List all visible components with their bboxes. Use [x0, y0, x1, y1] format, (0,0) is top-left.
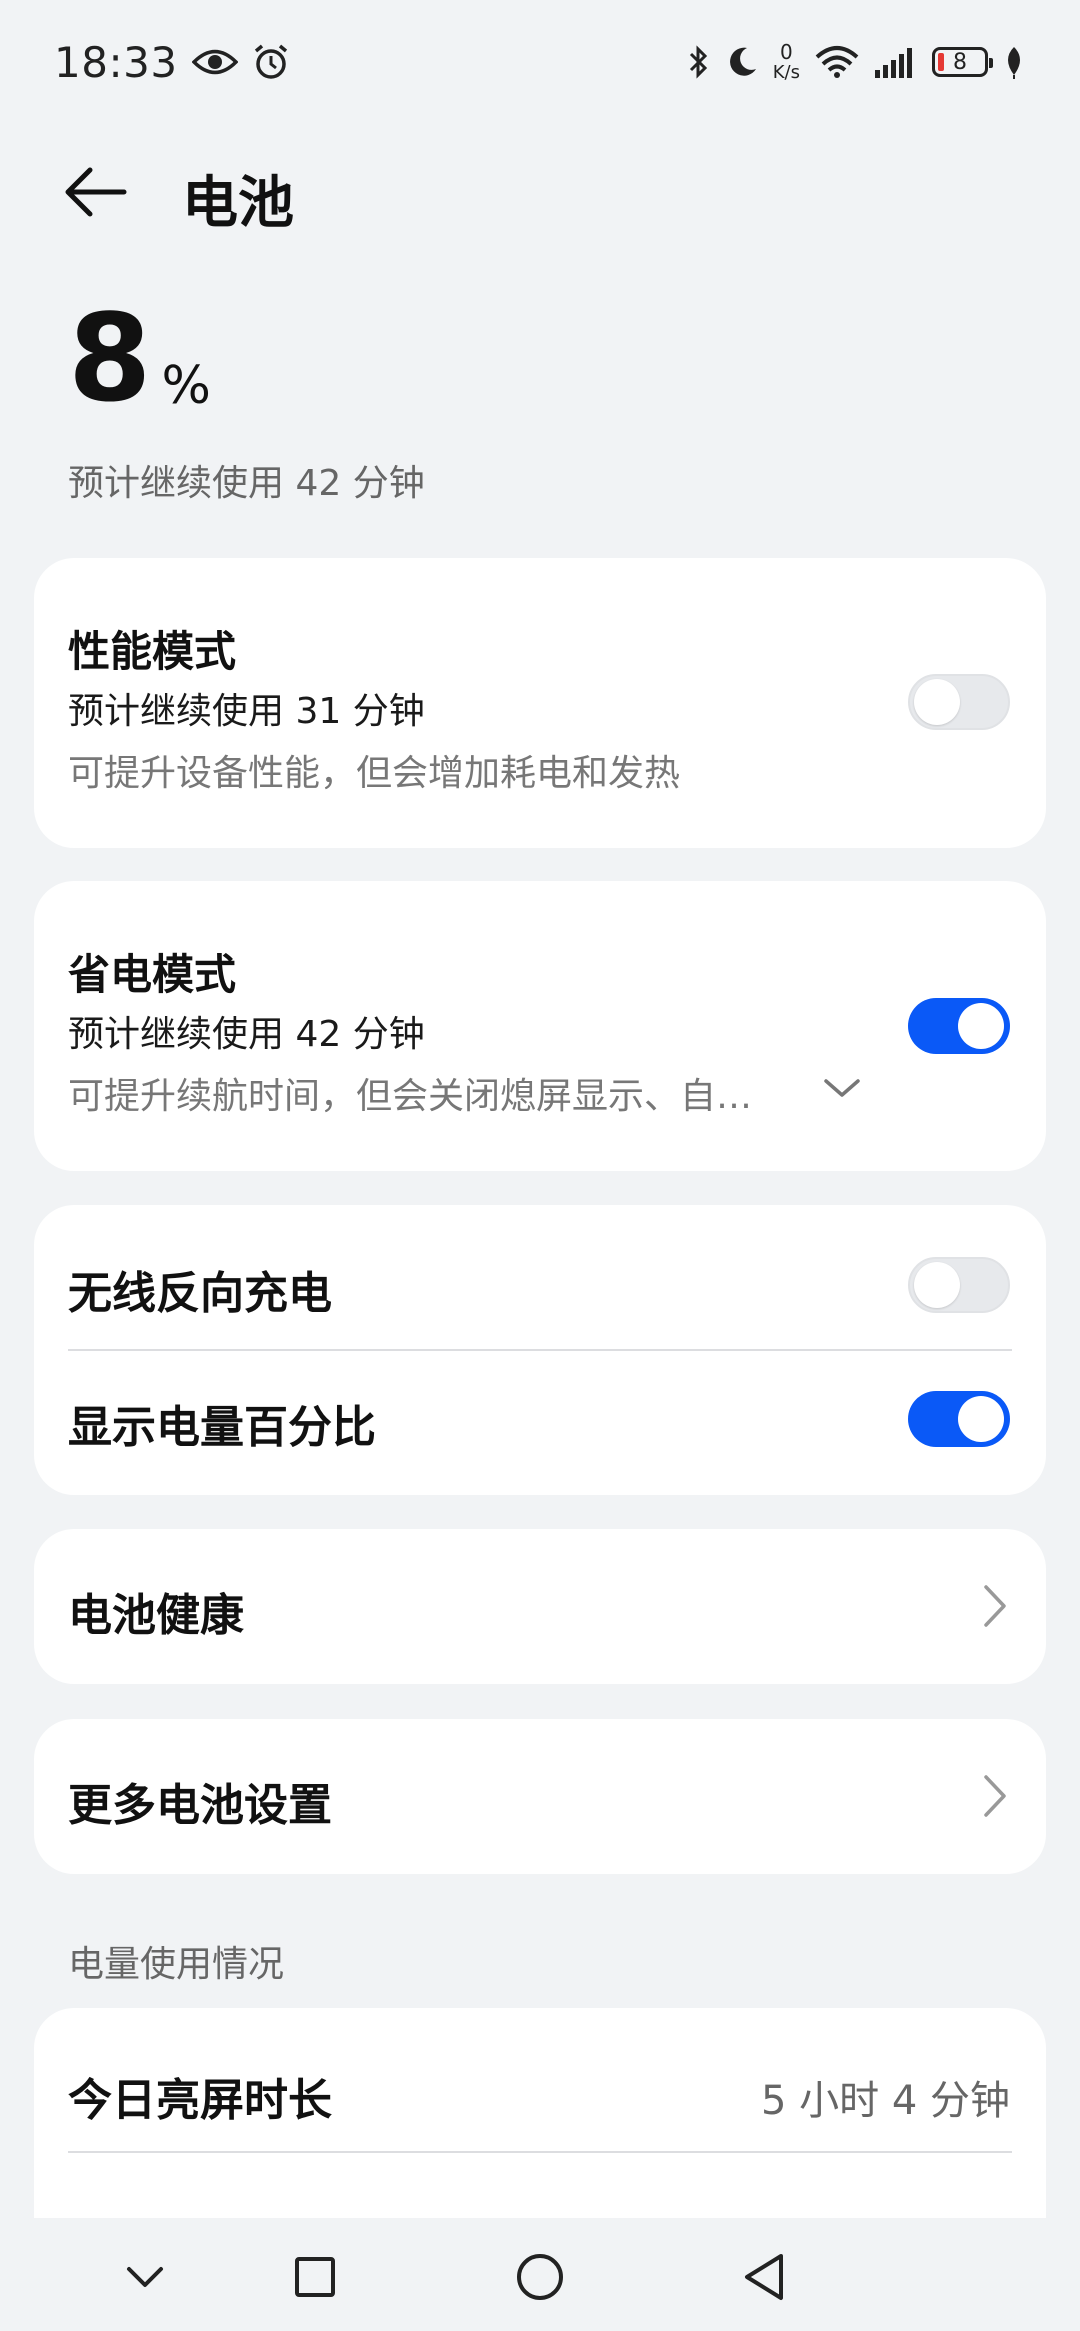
battery-estimate: 预计继续使用 42 分钟 [68, 463, 425, 504]
usage-section-label: 电量使用情况 [68, 1944, 285, 1985]
power-saving-mode-toggle[interactable] [908, 998, 1010, 1054]
chevron-down-icon[interactable] [822, 1075, 862, 1101]
toggle-knob [914, 679, 960, 725]
battery-health-card[interactable]: 电池健康 [34, 1529, 1046, 1684]
battery-health-label: 电池健康 [68, 1590, 244, 1641]
more-battery-settings-label: 更多电池设置 [68, 1780, 332, 1831]
battery-percent: 8 % [68, 300, 425, 420]
battery-percent-value: 8 [68, 290, 152, 429]
chevron-right-icon [984, 1585, 1006, 1627]
chevron-down-icon [127, 2267, 163, 2287]
screen-on-today-value: 5 小时 4 分钟 [760, 2078, 1010, 2124]
net-speed: 0 K/s [773, 42, 800, 82]
performance-mode-toggle[interactable] [908, 674, 1010, 730]
wifi-icon [815, 46, 859, 78]
nav-home-button[interactable] [505, 2242, 575, 2312]
performance-mode-title: 性能模式 [68, 627, 237, 676]
status-bar-left: 18:33 [54, 38, 290, 87]
charging-display-card: 无线反向充电 显示电量百分比 [34, 1205, 1046, 1495]
battery-fill [938, 53, 944, 71]
status-time: 18:33 [54, 37, 178, 87]
chevron-right-icon [984, 1775, 1006, 1817]
battery-percent-sign: % [161, 356, 211, 416]
toggle-knob [914, 1262, 960, 1308]
more-battery-settings-card[interactable]: 更多电池设置 [34, 1719, 1046, 1874]
performance-mode-estimate: 预计继续使用 31 分钟 [68, 691, 425, 732]
performance-mode-description: 可提升设备性能，但会增加耗电和发热 [68, 753, 681, 794]
page-header: 电池 [0, 140, 1080, 240]
nav-recents-button[interactable] [280, 2242, 350, 2312]
status-bar: 18:33 0 K/s 8 [0, 0, 1080, 124]
alarm-icon [254, 44, 287, 79]
divider [68, 1349, 1012, 1351]
moon-icon [729, 47, 756, 76]
performance-mode-card[interactable]: 性能模式 预计继续使用 31 分钟 可提升设备性能，但会增加耗电和发热 [34, 558, 1046, 848]
show-battery-percentage-toggle[interactable] [908, 1391, 1010, 1447]
back-arrow-icon[interactable] [62, 162, 132, 222]
power-saving-mode-card[interactable]: 省电模式 预计继续使用 42 分钟 可提升续航时间，但会关闭熄屏显示、自… [34, 881, 1046, 1171]
eye-icon [191, 49, 238, 75]
signal-icon [875, 48, 912, 78]
bluetooth-icon [689, 45, 707, 79]
status-bar-right: 0 K/s 8 [687, 42, 1026, 82]
battery-icon: 8 [932, 47, 993, 77]
wireless-reverse-charging-toggle[interactable] [908, 1257, 1010, 1313]
show-battery-percentage-label: 显示电量百分比 [68, 1402, 376, 1453]
power-saving-mode-estimate: 预计继续使用 42 分钟 [68, 1014, 425, 1055]
page-title: 电池 [182, 171, 294, 236]
nav-back-button[interactable] [730, 2242, 800, 2312]
square-icon [295, 2257, 335, 2297]
battery-level: 8 [953, 49, 967, 75]
net-speed-value: 0 [780, 40, 793, 64]
net-speed-unit: K/s [772, 62, 800, 83]
battery-summary: 8 % 预计继续使用 42 分钟 [68, 300, 425, 506]
nav-collapse-button[interactable] [110, 2242, 180, 2312]
toggle-knob [958, 1396, 1004, 1442]
toggle-knob [958, 1003, 1004, 1049]
divider [68, 2151, 1012, 2153]
triangle-back-icon [745, 2254, 783, 2300]
circle-icon [517, 2254, 563, 2300]
power-saving-mode-title: 省电模式 [68, 950, 237, 999]
wireless-reverse-charging-label: 无线反向充电 [68, 1268, 332, 1319]
navigation-bar [0, 2218, 1080, 2331]
leaf-icon [1008, 47, 1020, 79]
power-saving-mode-description: 可提升续航时间，但会关闭熄屏显示、自… [68, 1076, 753, 1117]
screen-on-today-label: 今日亮屏时长 [68, 2075, 332, 2126]
